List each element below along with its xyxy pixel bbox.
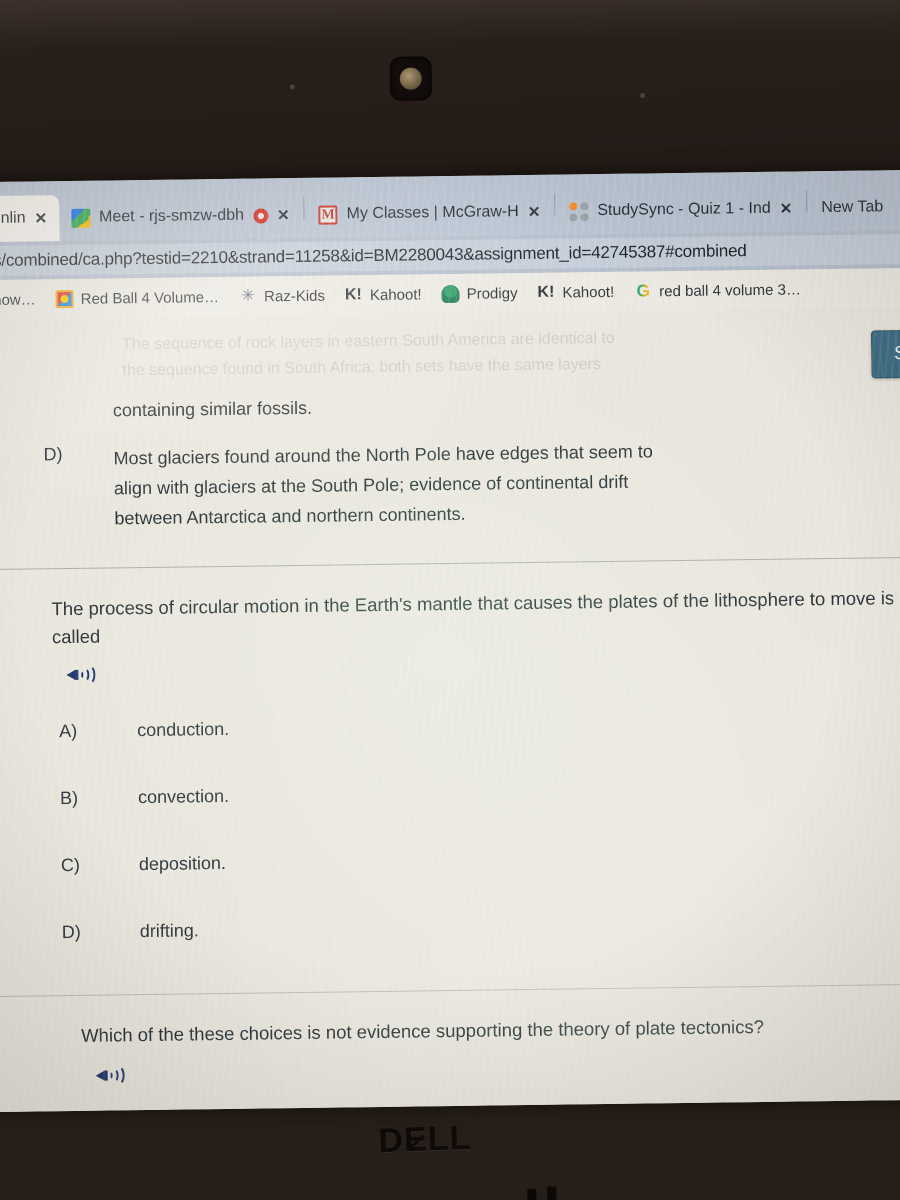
quiz-page: Sa The sequence of rock layers in easter… bbox=[0, 307, 900, 1113]
option-text: convection. bbox=[137, 785, 230, 808]
bookmark-kahoot-1[interactable]: K! Kahoot! bbox=[345, 285, 422, 304]
option-label: C) bbox=[60, 854, 81, 876]
option-label: A) bbox=[59, 720, 78, 742]
red-ball-icon bbox=[55, 289, 74, 309]
bookmark-prodigy[interactable]: Prodigy bbox=[441, 284, 518, 304]
question-2-option-c[interactable]: C) deposition. bbox=[0, 806, 900, 886]
bookmark-red-ball-4-volume-3[interactable]: G red ball 4 volume 3… bbox=[634, 280, 802, 301]
google-meet-icon bbox=[71, 208, 91, 228]
tab-close-icon[interactable]: ✕ bbox=[780, 200, 793, 218]
question-2-stem: The process of circular motion in the Ea… bbox=[51, 587, 895, 648]
tab-label: New Tab bbox=[821, 198, 884, 217]
bezel-hardware-mark bbox=[527, 1188, 537, 1200]
tab-label: StudySync - Quiz 1 - Ind bbox=[597, 199, 771, 220]
bezel-hardware-mark bbox=[547, 1186, 557, 1200]
faded-previous-option: The sequence of rock layers in eastern S… bbox=[0, 308, 900, 399]
tab-c-online[interactable]: C - Onlin ✕ bbox=[0, 195, 60, 243]
tab-strip: C - Onlin ✕ Meet - rjs-smzw-dbh ✕ M My C… bbox=[0, 170, 900, 243]
bookmark-label: Raz-Kids bbox=[263, 287, 326, 305]
google-icon: G bbox=[634, 281, 652, 300]
bookmark-label: Kahoot! bbox=[562, 283, 615, 302]
bezel-sheen bbox=[0, 0, 900, 51]
tab-mcgraw-hill[interactable]: M My Classes | McGraw-H ✕ bbox=[306, 189, 552, 238]
kahoot-icon: K! bbox=[537, 283, 555, 301]
laptop-screen: C - Onlin ✕ Meet - rjs-smzw-dbh ✕ M My C… bbox=[0, 169, 900, 1113]
tab-close-icon[interactable]: ✕ bbox=[277, 206, 290, 224]
question-2-option-a[interactable]: A) conduction. bbox=[0, 674, 900, 752]
screen-content: C - Onlin ✕ Meet - rjs-smzw-dbh ✕ M My C… bbox=[0, 169, 900, 1113]
tab-google-meet[interactable]: Meet - rjs-smzw-dbh ✕ bbox=[59, 192, 302, 241]
webcam-lens-icon bbox=[399, 67, 422, 90]
photo-scene: DELL C - Onlin ✕ Meet - rjs-smzw-dbh ✕ bbox=[0, 0, 900, 1200]
speaker-icon[interactable] bbox=[95, 1065, 125, 1086]
bookmark-label: red ball 4 volume 3… bbox=[659, 280, 802, 300]
bookmark-label: Kahoot! bbox=[369, 285, 422, 304]
tab-close-icon[interactable]: ✕ bbox=[528, 203, 541, 221]
tab-label: Meet - rjs-smzw-dbh bbox=[99, 206, 245, 226]
question-2-option-b[interactable]: B) convection. bbox=[0, 739, 900, 819]
question-2: The process of circular motion in the Ea… bbox=[0, 558, 900, 957]
question-1-option-d[interactable]: D) Most glaciers found around the North … bbox=[0, 411, 900, 544]
mcgraw-hill-icon: M bbox=[318, 204, 338, 225]
option-text: deposition. bbox=[138, 852, 227, 875]
kahoot-icon: K! bbox=[344, 286, 362, 304]
prodigy-icon bbox=[441, 284, 460, 304]
bookmark-label: Red Ball 4 Volume… bbox=[80, 288, 220, 308]
tab-studysync[interactable]: StudySync - Quiz 1 - Ind ✕ bbox=[557, 185, 805, 234]
tab-label: C - Onlin bbox=[0, 209, 26, 228]
tab-new-tab[interactable]: New Tab bbox=[809, 184, 896, 231]
raz-kids-icon: ✳ bbox=[241, 287, 255, 305]
speaker-icon[interactable] bbox=[66, 664, 96, 685]
option-text: drifting. bbox=[139, 920, 199, 942]
option-label: D) bbox=[61, 921, 81, 943]
tab-divider bbox=[303, 196, 305, 219]
bookmark-label: Prodigy bbox=[466, 284, 518, 303]
bookmark-red-ball-4-volume[interactable]: Red Ball 4 Volume… bbox=[55, 288, 220, 309]
tab-divider bbox=[554, 193, 556, 216]
bezel-indicator-dot bbox=[289, 84, 295, 90]
tab-close-icon[interactable]: ✕ bbox=[34, 209, 47, 227]
studysync-icon bbox=[569, 201, 589, 221]
url-text: ules/combined/ca.php?testid=2210&strand=… bbox=[0, 241, 747, 271]
option-label: B) bbox=[59, 787, 79, 809]
tab-label: My Classes | McGraw-H bbox=[346, 203, 519, 223]
bezel-indicator-dot bbox=[640, 92, 646, 99]
webcam bbox=[389, 56, 433, 101]
save-button[interactable]: Sa bbox=[870, 329, 900, 379]
question-3-stem: Which of the these choices is not eviden… bbox=[80, 1015, 765, 1046]
option-text: Most glaciers found around the North Pol… bbox=[113, 441, 653, 529]
bookmark-kahoot-2[interactable]: K! Kahoot! bbox=[537, 283, 614, 302]
question-3: 3) Which of the these choices is not evi… bbox=[0, 985, 900, 1113]
bookmark-raz-kids[interactable]: ✳ Raz-Kids bbox=[239, 287, 325, 306]
question-2-option-d[interactable]: D) drifting. bbox=[0, 873, 900, 953]
bookmark-label: ay it now… bbox=[0, 290, 36, 309]
bookmark-play-it-now[interactable]: ay it now… bbox=[0, 291, 36, 309]
recording-dot-icon[interactable] bbox=[252, 207, 269, 224]
browser-chrome: C - Onlin ✕ Meet - rjs-smzw-dbh ✕ M My C… bbox=[0, 169, 900, 243]
option-label: D) bbox=[43, 444, 63, 465]
tab-divider bbox=[806, 190, 808, 213]
option-text: conduction. bbox=[137, 718, 230, 741]
dell-logo: DELL bbox=[377, 1118, 472, 1161]
